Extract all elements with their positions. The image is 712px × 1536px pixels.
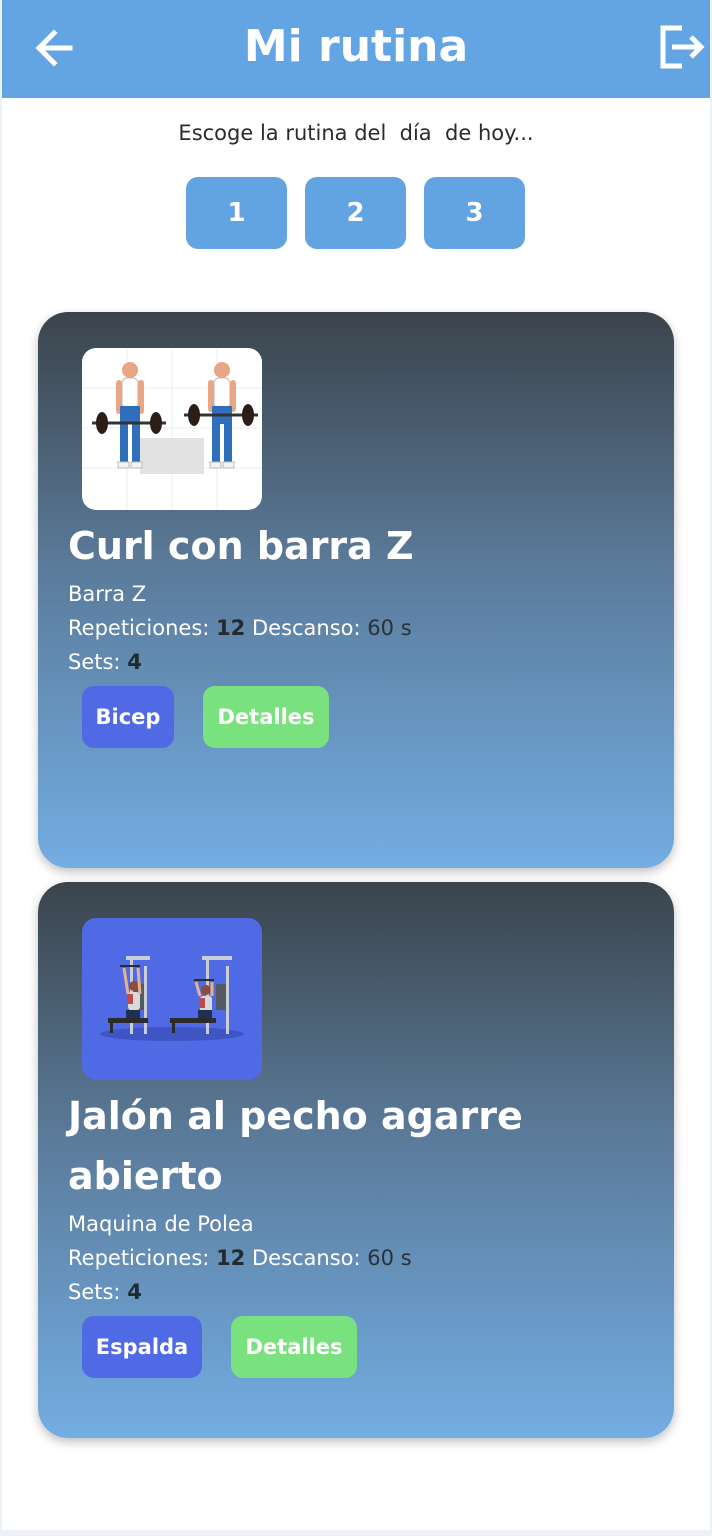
reps-label: Repeticiones: [68,616,210,640]
reps-label: Repeticiones: [68,1246,210,1270]
exercise-equipment: Barra Z [68,582,147,606]
exercise-card: Curl con barra Z Barra Z Repeticiones: 1… [38,312,674,868]
sets-value: 4 [127,1280,142,1304]
exercise-image [82,918,262,1080]
app-header: Mi rutina [2,0,710,98]
rest-value: 60 s [367,616,412,640]
routine-button-1[interactable]: 1 [186,177,287,249]
exercise-title: Jalón al pecho agarre abierto [68,1094,523,1198]
exercise-equipment: Maquina de Polea [68,1212,254,1236]
routine-button-3[interactable]: 3 [424,177,525,249]
lat-pulldown-illustration [100,956,244,1041]
routine-prompt: Escoge la rutina del día de hoy... [178,121,534,145]
reps-value: 12 [216,1246,246,1270]
details-button[interactable]: Detalles [231,1316,357,1378]
exercise-title: Curl con barra Z [68,524,414,568]
exercise-reps-rest: Repeticiones: 12 Descanso: 60 s [68,1241,412,1275]
details-button[interactable]: Detalles [203,686,329,748]
exercise-card: Jalón al pecho agarre abierto Maquina de… [38,882,674,1438]
rest-label: Descanso: [251,616,361,640]
exercise-sets: Sets: 4 [68,1275,142,1309]
routine-button-2[interactable]: 2 [305,177,406,249]
page-title: Mi rutina [243,21,469,72]
muscle-tag-button[interactable]: Bicep [82,686,174,748]
exercise-image [82,348,262,510]
rest-value: 60 s [367,1246,412,1270]
exercise-reps-rest: Repeticiones: 12 Descanso: 60 s [68,611,412,645]
sets-label: Sets: [68,1280,121,1304]
app-page: Mi rutina Escoge la rutina del día de ho… [2,0,710,1530]
logout-icon [660,25,705,69]
reps-value: 12 [216,616,246,640]
sets-label: Sets: [68,650,121,674]
barbell-curl-illustration [82,348,262,510]
sets-value: 4 [127,650,142,674]
muscle-tag-button[interactable]: Espalda [82,1316,202,1378]
exercise-sets: Sets: 4 [68,645,142,679]
rest-label: Descanso: [251,1246,361,1270]
logout-button[interactable] [658,24,706,70]
